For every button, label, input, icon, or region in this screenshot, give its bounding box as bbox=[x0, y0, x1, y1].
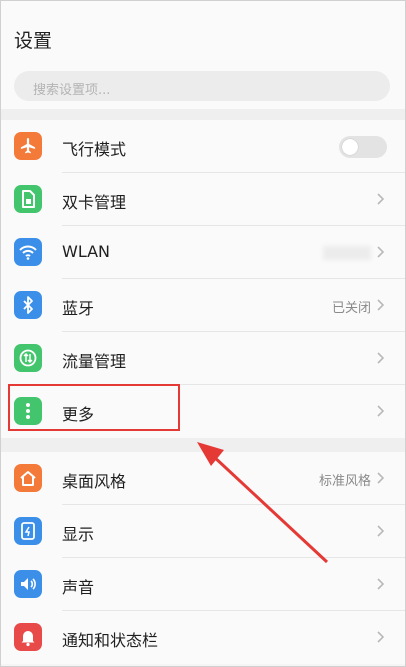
search-input[interactable]: 搜索设置项... bbox=[14, 71, 390, 101]
display-icon bbox=[14, 517, 42, 545]
section-gap bbox=[1, 438, 405, 452]
settings-item-label: 蓝牙 bbox=[62, 299, 95, 318]
toggle-knob bbox=[342, 139, 358, 155]
settings-item-sound[interactable]: 声音 bbox=[1, 558, 405, 611]
settings-item-bluetooth[interactable]: 蓝牙 已关闭 bbox=[1, 279, 405, 332]
settings-item-dual-sim[interactable]: 双卡管理 bbox=[1, 173, 405, 226]
settings-screen: 设置 搜索设置项... 飞行模式 双卡管理 WLAN 蓝牙 已关闭 流量管理 更… bbox=[0, 0, 406, 667]
chevron-right-icon bbox=[377, 631, 385, 643]
settings-section-personalization: 桌面风格 标准风格 显示 声音 通知和状态栏 bbox=[1, 452, 405, 664]
desktop-style-value: 标准风格 bbox=[318, 474, 371, 489]
chevron-right-icon bbox=[377, 193, 385, 205]
wifi-network-name-obscured bbox=[323, 246, 371, 260]
settings-item-display[interactable]: 显示 bbox=[1, 505, 405, 558]
speaker-icon bbox=[14, 570, 42, 598]
highlight-box bbox=[8, 384, 180, 431]
settings-item-label: 流量管理 bbox=[62, 352, 127, 371]
settings-item-label: 显示 bbox=[62, 525, 95, 544]
settings-item-notifications[interactable]: 通知和状态栏 bbox=[1, 611, 405, 664]
chevron-right-icon bbox=[377, 405, 385, 417]
settings-item-label: 桌面风格 bbox=[62, 472, 127, 491]
settings-item-desktop-style[interactable]: 桌面风格 标准风格 bbox=[1, 452, 405, 505]
bluetooth-icon bbox=[14, 291, 42, 319]
chevron-right-icon bbox=[377, 472, 385, 484]
header: 设置 bbox=[1, 1, 405, 65]
settings-item-label: WLAN bbox=[62, 242, 111, 261]
chevron-right-icon bbox=[377, 352, 385, 364]
chevron-right-icon bbox=[377, 525, 385, 537]
chevron-right-icon bbox=[377, 578, 385, 590]
settings-item-airplane-mode[interactable]: 飞行模式 bbox=[1, 120, 405, 173]
chevron-right-icon bbox=[377, 246, 385, 258]
bluetooth-status: 已关闭 bbox=[331, 301, 371, 316]
home-icon bbox=[14, 464, 42, 492]
airplane-mode-toggle[interactable] bbox=[339, 136, 387, 158]
sim-card-icon bbox=[14, 185, 42, 213]
bell-icon bbox=[14, 623, 42, 651]
settings-item-data-traffic[interactable]: 流量管理 bbox=[1, 332, 405, 385]
search-placeholder: 搜索设置项... bbox=[33, 83, 111, 98]
search-area: 搜索设置项... bbox=[1, 65, 405, 109]
settings-item-label: 通知和状态栏 bbox=[62, 631, 159, 650]
settings-item-label: 声音 bbox=[62, 578, 95, 597]
settings-item-wlan[interactable]: WLAN bbox=[1, 226, 405, 279]
settings-item-label: 双卡管理 bbox=[62, 193, 127, 212]
wifi-icon bbox=[14, 238, 42, 266]
settings-item-label: 飞行模式 bbox=[62, 140, 127, 159]
page-title: 设置 bbox=[14, 30, 53, 52]
data-traffic-icon bbox=[14, 344, 42, 372]
chevron-right-icon bbox=[377, 299, 385, 311]
airplane-icon bbox=[14, 132, 42, 160]
section-gap bbox=[1, 109, 405, 120]
